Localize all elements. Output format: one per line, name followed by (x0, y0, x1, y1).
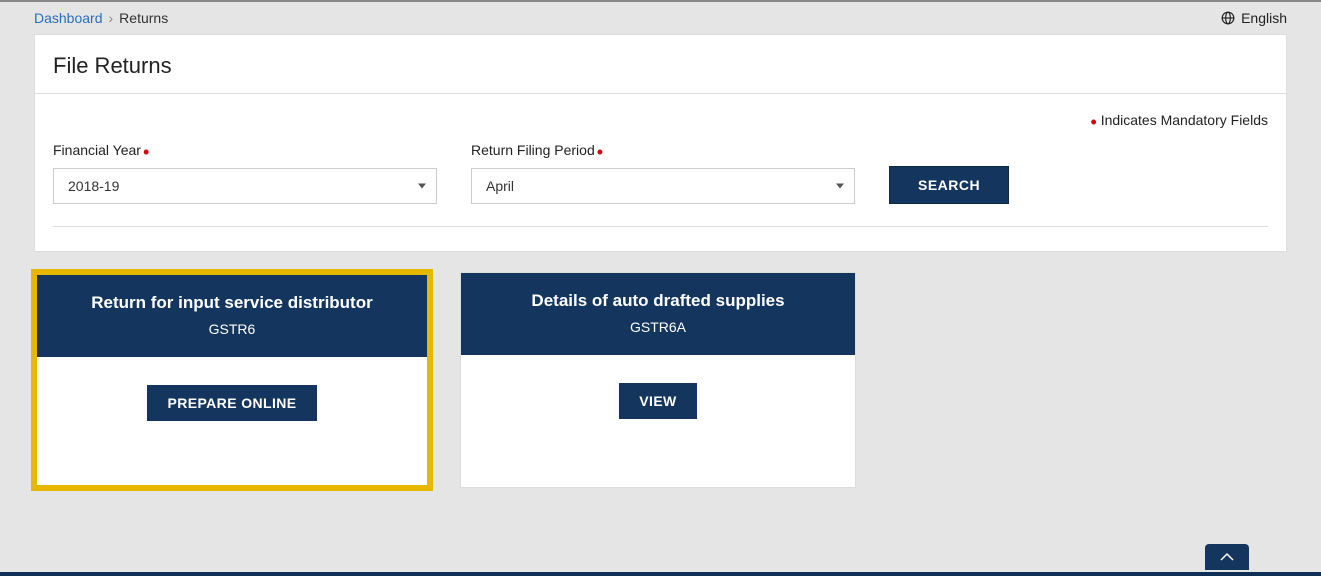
financial-year-select[interactable]: 2018-19 (53, 168, 437, 204)
breadcrumb-current: Returns (119, 10, 168, 26)
card-header: Return for input service distributor GST… (37, 275, 427, 357)
chevron-down-icon (418, 184, 426, 189)
required-indicator-icon: • (143, 142, 149, 162)
chevron-up-icon (1218, 551, 1236, 563)
card-gstr6: Return for input service distributor GST… (34, 272, 430, 488)
file-returns-panel: File Returns • Indicates Mandatory Field… (34, 34, 1287, 252)
return-cards-row: Return for input service distributor GST… (34, 272, 1287, 488)
mandatory-note: • Indicates Mandatory Fields (53, 112, 1268, 128)
view-button[interactable]: VIEW (619, 383, 696, 419)
financial-year-value: 2018-19 (68, 178, 119, 194)
card-code: GSTR6 (51, 321, 413, 337)
card-header: Details of auto drafted supplies GSTR6A (461, 273, 855, 355)
mandatory-note-text: Indicates Mandatory Fields (1101, 112, 1268, 128)
return-period-label: Return Filing Period• (471, 142, 855, 158)
financial-year-label: Financial Year• (53, 142, 437, 158)
card-gstr6a: Details of auto drafted supplies GSTR6A … (460, 272, 856, 488)
required-indicator-icon: • (597, 142, 603, 162)
search-button[interactable]: SEARCH (889, 166, 1009, 204)
return-period-select[interactable]: April (471, 168, 855, 204)
card-title: Details of auto drafted supplies (475, 291, 841, 311)
chevron-down-icon (836, 184, 844, 189)
breadcrumb: Dashboard › Returns (34, 10, 168, 26)
prepare-online-button[interactable]: PREPARE ONLINE (147, 385, 316, 421)
language-label: English (1241, 10, 1287, 26)
card-title: Return for input service distributor (51, 293, 413, 313)
return-period-value: April (486, 178, 514, 194)
scroll-to-top-button[interactable] (1205, 544, 1249, 570)
required-indicator-icon: • (1090, 112, 1096, 132)
chevron-right-icon: › (109, 10, 114, 26)
footer-band (0, 572, 1321, 576)
globe-icon (1221, 11, 1235, 25)
language-selector[interactable]: English (1221, 10, 1287, 26)
card-code: GSTR6A (475, 319, 841, 335)
page-title: File Returns (35, 35, 1286, 94)
breadcrumb-root-link[interactable]: Dashboard (34, 10, 103, 26)
filter-form: Financial Year• 2018-19 Return Filing Pe… (53, 142, 1268, 227)
